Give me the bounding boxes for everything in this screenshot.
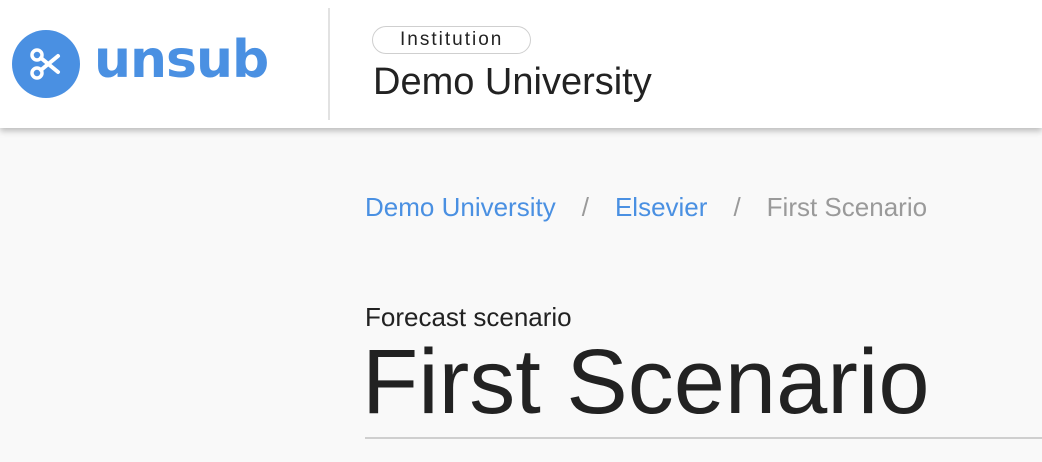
scissors-icon: [12, 30, 80, 98]
title-underline: [365, 437, 1042, 439]
header-divider: [328, 8, 330, 120]
unsub-logo[interactable]: unsub: [12, 30, 269, 98]
breadcrumb-separator: /: [733, 192, 741, 222]
breadcrumb-link-institution[interactable]: Demo University: [365, 192, 556, 223]
top-app-bar: unsub Institution Demo University: [0, 0, 1042, 128]
page-title[interactable]: First Scenario: [362, 330, 930, 436]
breadcrumb-separator: /: [581, 192, 589, 222]
breadcrumb-current: First Scenario: [766, 192, 928, 222]
breadcrumb-link-publisher[interactable]: Elsevier: [615, 192, 707, 223]
breadcrumb: Demo University / Elsevier / First Scena…: [365, 192, 927, 223]
institution-chip: Institution: [372, 26, 532, 54]
institution-chip-label: Institution: [400, 29, 504, 50]
institution-name[interactable]: Demo University: [373, 60, 652, 106]
page-subtitle: Forecast scenario: [365, 302, 572, 332]
logo-wordmark: unsub: [94, 30, 269, 90]
